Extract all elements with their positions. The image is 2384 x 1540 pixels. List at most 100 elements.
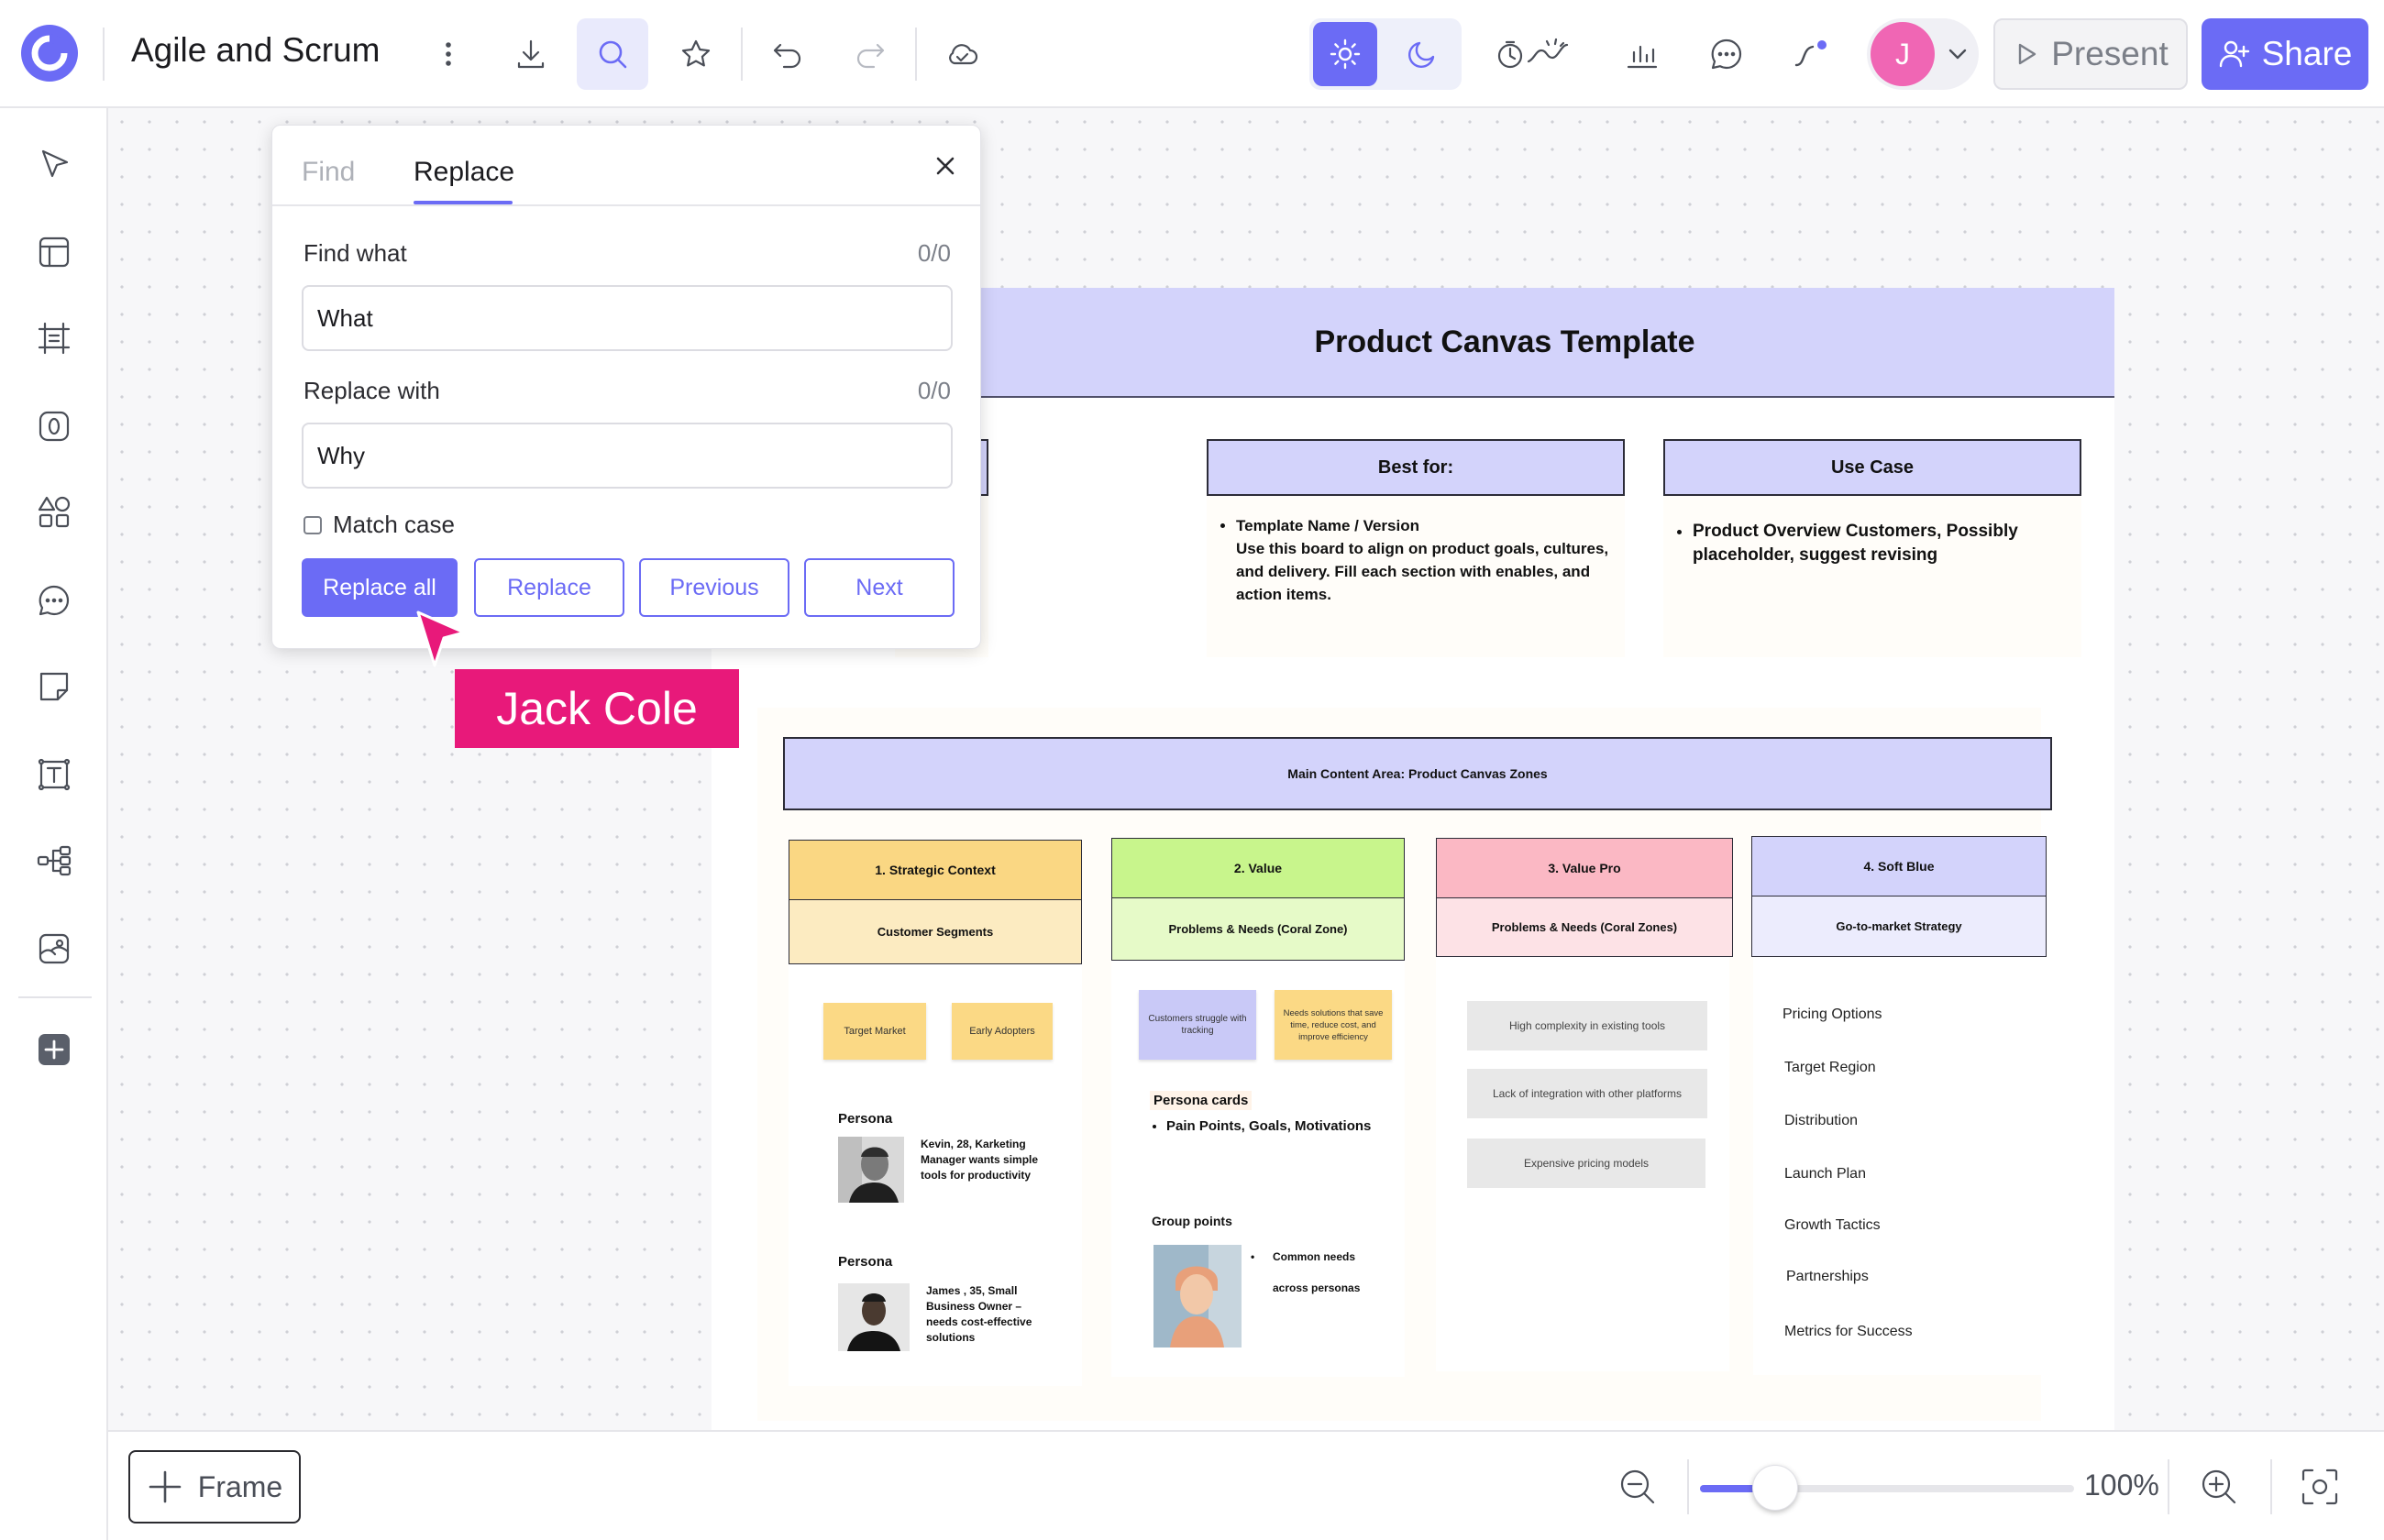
bottom-toolbar: Frame 100% (108, 1430, 2384, 1540)
use-case-body: Product Overview Customers, Possibly pla… (1663, 496, 2081, 657)
mindmap-icon[interactable] (22, 829, 86, 893)
comment-icon[interactable] (22, 568, 86, 632)
use-case-heading: Use Case (1663, 439, 2081, 496)
sidebar-divider (18, 996, 92, 998)
download-icon[interactable] (495, 18, 567, 90)
toolbar-divider (103, 28, 105, 81)
share-button[interactable]: Share (2202, 18, 2368, 90)
plus-icon[interactable] (22, 1018, 86, 1082)
persona-label: Persona (838, 1254, 893, 1270)
frame-list-icon[interactable] (22, 306, 86, 370)
group-photo[interactable] (1153, 1245, 1242, 1348)
previous-button[interactable]: Previous (639, 558, 789, 617)
group-points-list: • Common needs across personas (1251, 1241, 1361, 1304)
match-case-label[interactable]: Match case (333, 511, 455, 539)
chart-icon[interactable] (1606, 18, 1678, 90)
shapes-icon[interactable] (22, 480, 86, 544)
persona-cards-label: Persona cards (1150, 1091, 1253, 1110)
problem-card[interactable]: Expensive pricing models (1467, 1138, 1705, 1188)
group-points-line: across personas (1273, 1282, 1361, 1294)
zoom-slider-thumb[interactable] (1751, 1465, 1798, 1511)
persona-cards-item: Pain Points, Goals, Motivations (1166, 1118, 1371, 1134)
star-icon[interactable] (660, 18, 732, 90)
add-user-icon (2218, 38, 2251, 70)
comment-icon[interactable] (1691, 18, 1762, 90)
zoom-slider[interactable] (1700, 1465, 2074, 1511)
zoom-divider (1687, 1459, 1689, 1514)
next-button[interactable]: Next (804, 558, 955, 617)
strategy-item[interactable]: Pricing Options (1782, 1006, 1882, 1023)
strategy-item[interactable]: Target Region (1784, 1060, 1876, 1076)
toolbar-divider (741, 28, 743, 81)
best-for-item-body: Use this board to align on product goals… (1236, 540, 1609, 603)
zone-subtitle: Problems & Needs (Coral Zone) (1111, 898, 1405, 961)
share-label: Share (2261, 35, 2353, 72)
fit-to-screen-icon[interactable] (2300, 1467, 2340, 1507)
persona-photo[interactable] (838, 1137, 904, 1203)
sticky-note[interactable]: Needs solutions that save time, reduce c… (1275, 990, 1392, 1060)
moon-icon[interactable] (1390, 22, 1454, 86)
redo-icon[interactable] (834, 18, 906, 90)
strategy-item[interactable]: Metrics for Success (1784, 1324, 1913, 1340)
connector-icon[interactable] (1775, 18, 1847, 90)
strategy-item[interactable]: Distribution (1784, 1113, 1858, 1129)
persona-cards-list: Pain Points, Goals, Motivations (1144, 1118, 1371, 1134)
tab-replace[interactable]: Replace (414, 157, 514, 188)
play-icon (2013, 40, 2040, 68)
sticky-note[interactable]: Customers struggle with tracking (1139, 990, 1256, 1060)
replace-button[interactable]: Replace (474, 558, 624, 617)
use-case-item: Product Overview Customers, Possibly pla… (1693, 520, 2081, 567)
zoom-out-icon[interactable] (1617, 1467, 1658, 1507)
sun-icon[interactable] (1313, 22, 1377, 86)
find-what-input[interactable] (302, 285, 953, 351)
replace-with-input[interactable] (302, 423, 953, 489)
active-tab-indicator (414, 201, 513, 204)
strategy-item[interactable]: Growth Tactics (1784, 1217, 1881, 1234)
sticky-note[interactable]: Early Adopters (952, 1003, 1053, 1060)
top-toolbar: Agile and Scrum J Present Share (0, 0, 2384, 108)
text-icon[interactable] (22, 742, 86, 807)
zoom-in-icon[interactable] (2199, 1467, 2239, 1507)
close-icon[interactable] (927, 148, 964, 184)
template-icon[interactable] (22, 220, 86, 284)
problem-card[interactable]: High complexity in existing tools (1467, 1001, 1707, 1050)
plus-icon (147, 1468, 183, 1505)
group-points-line: • Common needs (1251, 1250, 1356, 1263)
zoom-level[interactable]: 100% (2084, 1468, 2159, 1502)
strategy-item[interactable]: Partnerships (1786, 1269, 1869, 1285)
more-vertical-icon[interactable] (413, 18, 484, 90)
sticky-note-icon[interactable] (22, 654, 86, 719)
timer-icon[interactable] (1493, 18, 1572, 90)
persona-photo[interactable] (838, 1283, 910, 1351)
zone-title: 3. Value Pro (1436, 838, 1733, 898)
strategy-item[interactable]: Launch Plan (1784, 1166, 1866, 1182)
match-case-checkbox[interactable] (304, 516, 322, 534)
chevron-down-icon[interactable] (1944, 40, 1971, 68)
collaborator-cursor-icon (414, 609, 469, 675)
group-points-label: Group points (1152, 1214, 1232, 1228)
persona-description: Kevin, 28, Karketing Manager wants simpl… (921, 1138, 1039, 1182)
best-for-body: Template Name / Version Use this board t… (1207, 496, 1625, 657)
sticky-note[interactable]: Target Market (823, 1003, 926, 1060)
frame-label: Frame (197, 1469, 283, 1503)
search-icon[interactable] (577, 18, 648, 90)
avatar[interactable]: J (1871, 22, 1935, 86)
image-icon[interactable] (22, 917, 86, 981)
board-title: Product Canvas Template (1314, 324, 1695, 359)
undo-icon[interactable] (752, 18, 823, 90)
problem-card[interactable]: Lack of integration with other platforms (1467, 1069, 1707, 1118)
document-title[interactable]: Agile and Scrum (131, 31, 380, 70)
shape-icon[interactable] (22, 394, 86, 458)
logo-icon[interactable] (18, 22, 81, 84)
cloud-icon[interactable] (926, 18, 998, 90)
user-menu[interactable]: J (1867, 18, 1979, 90)
zoom-divider (2168, 1459, 2169, 1514)
find-replace-panel: Find Replace Find what 0/0 Replace with … (271, 125, 981, 649)
add-frame-button[interactable]: Frame (128, 1450, 301, 1524)
toolbar-divider (915, 28, 917, 81)
persona-label: Persona (838, 1111, 893, 1127)
select-icon[interactable] (22, 132, 86, 196)
tab-find[interactable]: Find (302, 157, 355, 188)
best-for-item-title: Template Name / Version (1236, 517, 1419, 534)
present-button[interactable]: Present (1993, 18, 2188, 90)
